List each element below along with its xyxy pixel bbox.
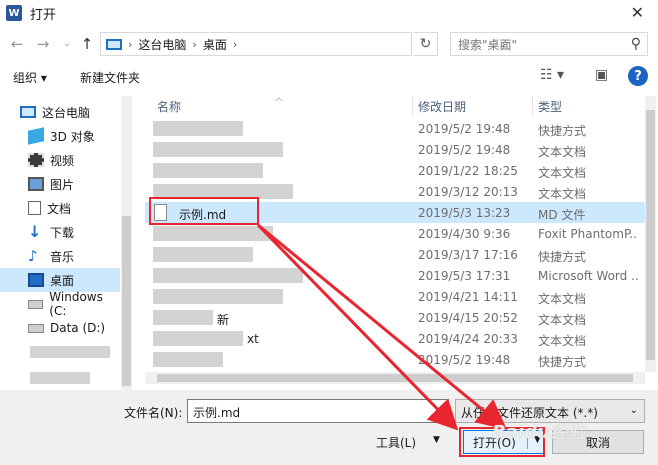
annotation-arrow bbox=[257, 223, 507, 430]
baidu-watermark: Baidu经验 bbox=[492, 422, 586, 443]
annotation-arrow bbox=[256, 223, 459, 431]
annotation-arrows bbox=[256, 223, 507, 431]
